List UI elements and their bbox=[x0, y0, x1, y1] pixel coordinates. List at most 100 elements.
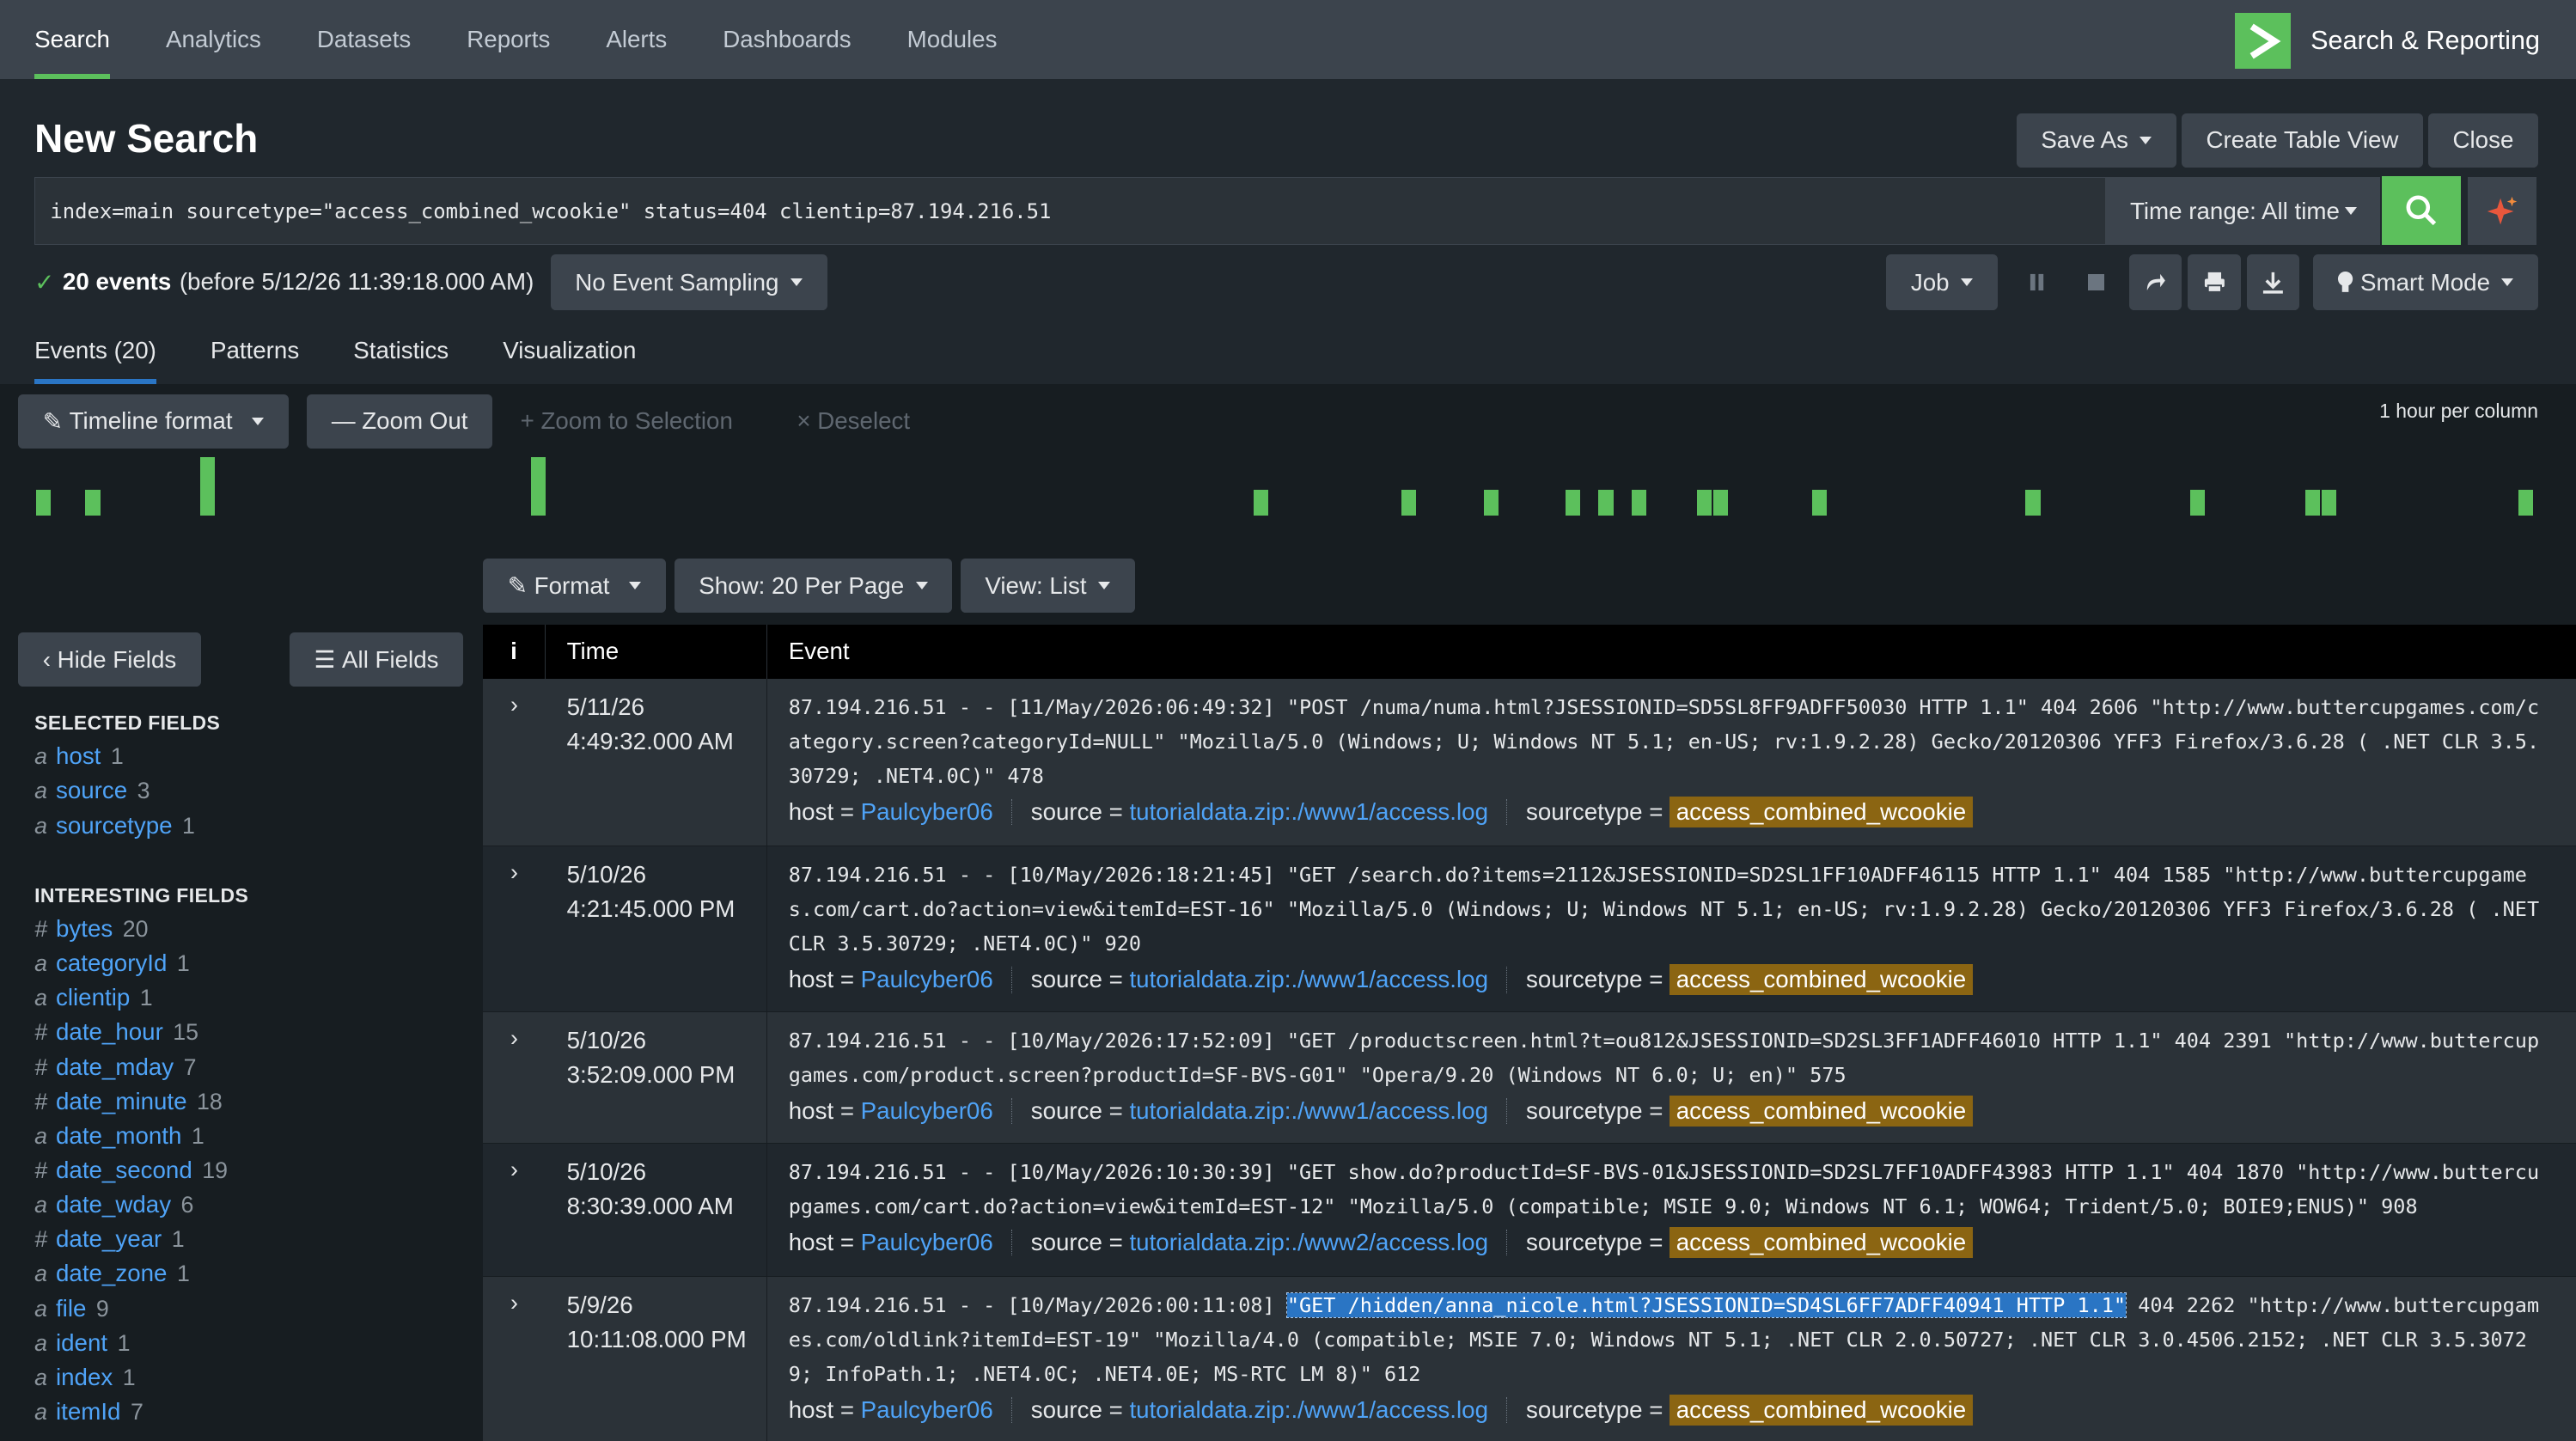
event-raw-text[interactable]: 87.194.216.51 - - [10/May/2026:00:11:08]… bbox=[789, 1288, 2550, 1391]
field-item-ident[interactable]: a ident 1 bbox=[34, 1329, 130, 1357]
tab-statistics[interactable]: Statistics bbox=[353, 317, 449, 384]
host-value[interactable]: Paulcyber06 bbox=[861, 1396, 993, 1424]
expand-row-icon[interactable]: › bbox=[483, 1290, 546, 1316]
field-name[interactable]: date_wday bbox=[56, 1191, 171, 1218]
event-raw-text[interactable]: 87.194.216.51 - - [11/May/2026:06:49:32]… bbox=[789, 690, 2550, 793]
field-name[interactable]: date_second bbox=[56, 1157, 192, 1184]
search-submit-button[interactable] bbox=[2382, 175, 2462, 245]
source-value[interactable]: tutorialdata.zip:./www1/access.log bbox=[1129, 1396, 1488, 1424]
event-raw-text[interactable]: 87.194.216.51 - - [10/May/2026:18:21:45]… bbox=[789, 858, 2550, 961]
job-menu-button[interactable]: Job bbox=[1886, 254, 1998, 311]
timeline-bar[interactable] bbox=[1566, 489, 1581, 516]
table-row[interactable]: › 5/9/26 10:11:08.000 PM 87.194.216.51 - - … bbox=[483, 1276, 2576, 1441]
field-item-date_second[interactable]: # date_second 19 bbox=[34, 1157, 228, 1184]
stop-icon[interactable] bbox=[2070, 254, 2122, 310]
table-row[interactable]: › 5/10/26 3:52:09.000 PM 87.194.216.51 - - … bbox=[483, 1011, 2576, 1144]
field-name[interactable]: itemId bbox=[56, 1398, 120, 1426]
event-raw-text[interactable]: 87.194.216.51 - - [10/May/2026:10:30:39]… bbox=[789, 1155, 2550, 1224]
create-table-view-button[interactable]: Create Table View bbox=[2181, 113, 2424, 168]
event-sampling-dropdown[interactable]: No Event Sampling bbox=[550, 254, 827, 311]
host-value[interactable]: Paulcyber06 bbox=[861, 1097, 993, 1125]
table-row[interactable]: › 5/10/26 4:21:45.000 PM 87.194.216.51 - - … bbox=[483, 846, 2576, 1012]
field-name[interactable]: date_minute bbox=[56, 1088, 187, 1115]
field-item-date_hour[interactable]: # date_hour 15 bbox=[34, 1018, 198, 1046]
expand-row-icon[interactable]: › bbox=[483, 1157, 546, 1183]
field-item-source[interactable]: a source 3 bbox=[34, 777, 150, 804]
nav-tab-analytics[interactable]: Analytics bbox=[137, 0, 289, 79]
event-raw-text[interactable]: 87.194.216.51 - - [10/May/2026:17:52:09]… bbox=[789, 1023, 2550, 1092]
field-name[interactable]: categoryId bbox=[56, 949, 167, 977]
field-name[interactable]: date_zone bbox=[56, 1260, 167, 1287]
pause-icon[interactable] bbox=[2011, 254, 2063, 310]
field-item-host[interactable]: a host 1 bbox=[34, 742, 124, 770]
timeline-bar[interactable] bbox=[1598, 489, 1614, 516]
field-item-clientip[interactable]: a clientip 1 bbox=[34, 984, 153, 1011]
table-row[interactable]: › 5/11/26 4:49:32.000 AM 87.194.216.51 - - … bbox=[483, 678, 2576, 846]
search-query-input[interactable]: index=main sourcetype="access_combined_w… bbox=[34, 177, 2107, 245]
expand-row-icon[interactable]: › bbox=[483, 1025, 546, 1052]
timeline-bar[interactable] bbox=[2321, 489, 2336, 516]
field-item-itemId[interactable]: a itemId 7 bbox=[34, 1398, 143, 1426]
share-icon[interactable] bbox=[2128, 254, 2182, 311]
print-icon[interactable] bbox=[2188, 254, 2241, 311]
expand-row-icon[interactable]: › bbox=[483, 859, 546, 886]
timeline-bar[interactable] bbox=[200, 456, 216, 516]
tab-visualization[interactable]: Visualization bbox=[503, 317, 636, 384]
host-value[interactable]: Paulcyber06 bbox=[861, 798, 993, 826]
app-brand[interactable]: Search & Reporting bbox=[2235, 13, 2540, 70]
event-column-header[interactable]: Event bbox=[767, 638, 850, 665]
nav-tab-dashboards[interactable]: Dashboards bbox=[695, 0, 879, 79]
host-value[interactable]: Paulcyber06 bbox=[861, 1229, 993, 1256]
timeline-bar[interactable] bbox=[1811, 489, 1828, 516]
timeline-bar[interactable] bbox=[1253, 489, 1269, 516]
field-item-file[interactable]: a file 9 bbox=[34, 1295, 109, 1322]
per-page-dropdown[interactable]: Show: 20 Per Page bbox=[674, 559, 953, 614]
source-value[interactable]: tutorialdata.zip:./www1/access.log bbox=[1129, 1097, 1488, 1125]
field-name[interactable]: sourcetype bbox=[56, 812, 173, 840]
timeline-bar[interactable] bbox=[1483, 489, 1499, 516]
timeline-bar[interactable] bbox=[530, 456, 546, 516]
ai-assistant-button[interactable] bbox=[2467, 177, 2537, 245]
tab-events[interactable]: Events (20) bbox=[34, 317, 157, 384]
source-value[interactable]: tutorialdata.zip:./www2/access.log bbox=[1129, 1229, 1488, 1256]
save-as-button[interactable]: Save As bbox=[2016, 113, 2177, 168]
nav-tab-alerts[interactable]: Alerts bbox=[578, 0, 695, 79]
table-row[interactable]: › 5/10/26 8:30:39.000 AM 87.194.216.51 - - … bbox=[483, 1143, 2576, 1277]
sourcetype-value[interactable]: access_combined_wcookie bbox=[1670, 1227, 1973, 1259]
field-item-date_year[interactable]: # date_year 1 bbox=[34, 1225, 185, 1253]
timeline-bar[interactable] bbox=[1713, 489, 1729, 516]
field-name[interactable]: date_month bbox=[56, 1122, 181, 1150]
field-name[interactable]: date_mday bbox=[56, 1053, 174, 1081]
field-name[interactable]: clientip bbox=[56, 984, 130, 1011]
close-button[interactable]: Close bbox=[2427, 113, 2539, 168]
field-name[interactable]: ident bbox=[56, 1329, 107, 1357]
view-dropdown[interactable]: View: List bbox=[960, 559, 1135, 614]
info-column-header[interactable]: i bbox=[483, 624, 546, 679]
timeline-bar[interactable] bbox=[85, 489, 101, 516]
timeline-bar[interactable] bbox=[2189, 489, 2205, 516]
field-item-date_zone[interactable]: a date_zone 1 bbox=[34, 1260, 190, 1287]
download-icon[interactable] bbox=[2247, 254, 2300, 311]
tab-patterns[interactable]: Patterns bbox=[211, 317, 299, 384]
source-value[interactable]: tutorialdata.zip:./www1/access.log bbox=[1129, 798, 1488, 826]
expand-row-icon[interactable]: › bbox=[483, 692, 546, 718]
sourcetype-value[interactable]: access_combined_wcookie bbox=[1670, 964, 1973, 996]
field-item-date_wday[interactable]: a date_wday 6 bbox=[34, 1191, 193, 1218]
sourcetype-value[interactable]: access_combined_wcookie bbox=[1670, 1395, 1973, 1426]
nav-tab-search[interactable]: Search bbox=[0, 0, 137, 79]
field-name[interactable]: index bbox=[56, 1364, 113, 1391]
field-name[interactable]: host bbox=[56, 742, 101, 770]
time-column-header[interactable]: Time bbox=[546, 624, 767, 679]
field-item-index[interactable]: a index 1 bbox=[34, 1364, 135, 1391]
sourcetype-value[interactable]: access_combined_wcookie bbox=[1670, 797, 1973, 828]
field-name[interactable]: bytes bbox=[56, 915, 113, 943]
field-item-bytes[interactable]: # bytes 20 bbox=[34, 915, 148, 943]
format-button[interactable]: ✎ Format bbox=[483, 559, 667, 614]
time-range-picker[interactable]: Time range: All time bbox=[2106, 177, 2381, 245]
highlighted-text[interactable]: "GET /hidden/anna_nicole.html?JSESSIONID… bbox=[1285, 1292, 2127, 1318]
timeline-bar[interactable] bbox=[36, 489, 52, 516]
hide-fields-button[interactable]: ‹ Hide Fields bbox=[18, 632, 201, 687]
timeline-bar[interactable] bbox=[1401, 489, 1417, 516]
field-name[interactable]: date_year bbox=[56, 1225, 162, 1253]
timeline-bar[interactable] bbox=[1631, 489, 1646, 516]
